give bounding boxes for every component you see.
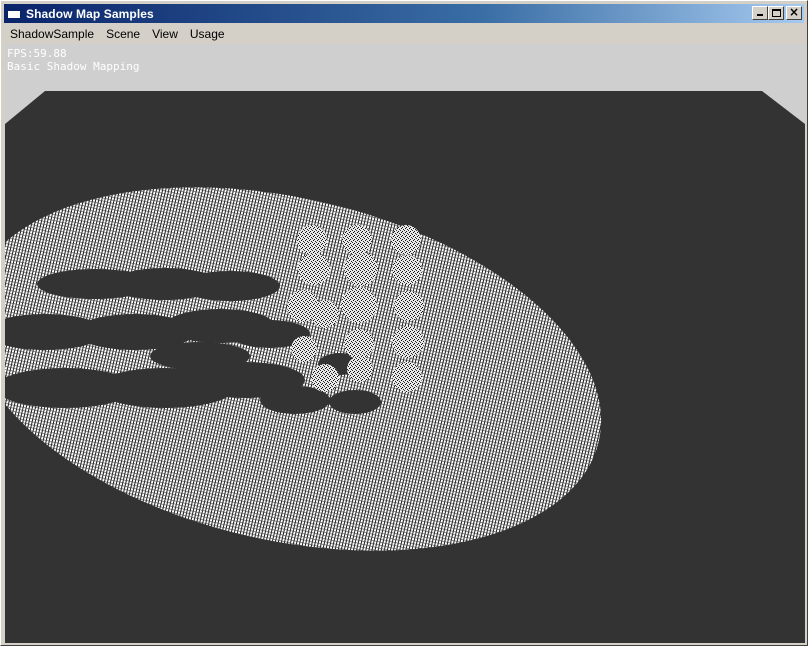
menu-usage[interactable]: Usage [184,25,231,43]
sample-name: Basic Shadow Mapping [7,60,140,73]
app-window: Shadow Map Samples × ShadowSample Scene … [0,0,808,646]
close-button[interactable]: × [786,5,802,20]
render-viewport[interactable]: FPS:59.88 Basic Shadow Mapping [5,44,805,643]
minimize-icon [757,14,763,16]
close-icon: × [788,5,800,19]
menu-shadowsample[interactable]: ShadowSample [4,25,100,43]
title-bar[interactable]: Shadow Map Samples × [4,4,804,23]
maximize-button[interactable] [768,6,784,20]
minimize-button[interactable] [752,6,768,20]
scene-render [5,91,805,643]
window-title: Shadow Map Samples [26,6,154,21]
menu-view[interactable]: View [146,25,184,43]
window-icon[interactable] [7,8,21,19]
fps-counter: FPS:59.88 [7,47,67,60]
caption-buttons: × [752,5,802,20]
menu-bar: ShadowSample Scene View Usage [4,24,804,43]
maximize-icon [772,9,781,17]
menu-scene[interactable]: Scene [100,25,146,43]
